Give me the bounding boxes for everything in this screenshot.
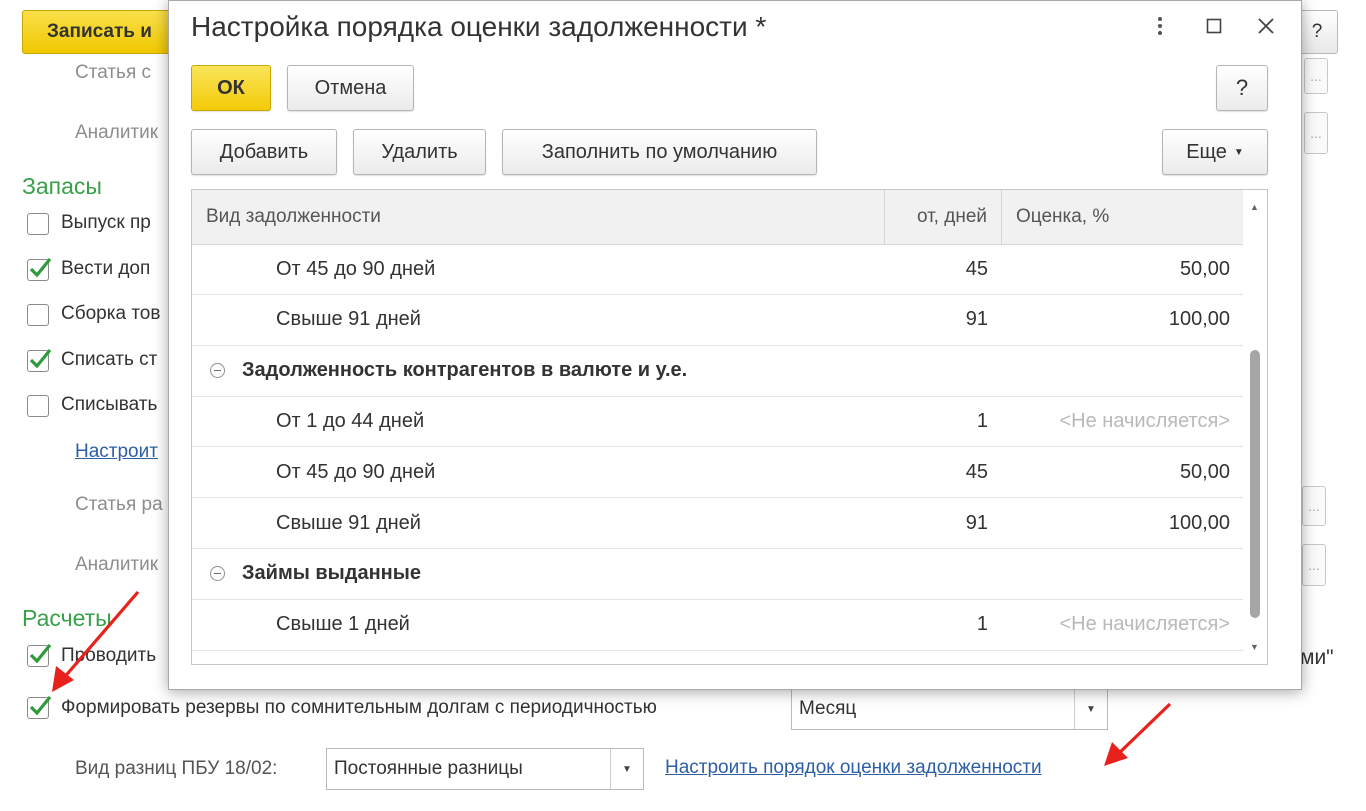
annotation-arrow-icon [52, 590, 140, 692]
caret-down-icon: ▼ [1233, 146, 1244, 158]
pbu-value: Постоянные разницы [334, 758, 523, 779]
column-header-estimate[interactable]: Оценка, % [1016, 190, 1236, 244]
stock-option-checkbox[interactable] [27, 304, 49, 326]
estimate-cell: <Не начисляется> [1059, 409, 1230, 432]
help-button[interactable]: ? [1216, 65, 1268, 111]
debt-type-cell: От 1 до 44 дней [276, 409, 425, 432]
estimate-cell: 100,00 [1168, 308, 1230, 331]
table-row[interactable]: Свыше 91 дней 91 100,00 [192, 295, 1244, 346]
stock-option-label: Списывать [61, 394, 158, 415]
checkmark-icon [29, 257, 52, 277]
pbu-label: Вид разниц ПБУ 18/02: [75, 758, 278, 779]
right-suffix-text: ми" [1300, 646, 1334, 669]
stock-option-checkbox[interactable] [27, 348, 52, 372]
debt-type-cell: От 45 до 90 дней [276, 257, 436, 280]
grid-header: Вид задолженности от, дней Оценка, % [192, 190, 1244, 245]
days-cell: 91 [965, 308, 988, 331]
debt-type-cell: Свыше 91 дней [276, 308, 421, 331]
fill-default-button[interactable]: Заполнить по умолчанию [502, 129, 817, 175]
days-cell: 1 [976, 409, 988, 432]
more-button[interactable]: Еще ▼ [1162, 129, 1268, 175]
estimate-cell: 100,00 [1168, 511, 1230, 534]
pbu-select[interactable]: Постоянные разницы ▼ [326, 748, 644, 790]
grid-scrollbar[interactable]: ▲ ▼ [1243, 190, 1267, 664]
select-button-stub[interactable]: ... [1304, 112, 1328, 154]
debt-type-cell: Свыше 1 дней [276, 613, 410, 636]
days-cell: 45 [965, 257, 988, 280]
group-title: Займы выданные [242, 562, 421, 585]
stock-option-label: Сборка тов [61, 303, 161, 324]
period-select[interactable]: Месяц ▼ [791, 688, 1108, 730]
open-icon[interactable]: ... [1304, 58, 1328, 94]
estimate-cell: <Не начисляется> [1059, 613, 1230, 636]
stock-option-label: Выпуск пр [61, 212, 151, 233]
days-cell: 45 [965, 460, 988, 483]
days-cell: 91 [965, 511, 988, 534]
save-button[interactable]: Записать и [22, 10, 182, 54]
table-row[interactable]: От 45 до 90 дней 45 50,00 [192, 244, 1244, 295]
more-label: Еще [1186, 140, 1227, 163]
chevron-down-icon[interactable]: ▼ [610, 749, 643, 789]
debt-type-cell: От 45 до 90 дней [276, 460, 436, 483]
expense-item-label-2: Статья ра [75, 494, 163, 515]
debt-grid[interactable]: Вид задолженности от, дней Оценка, % От … [191, 189, 1268, 665]
collapse-icon[interactable] [210, 362, 225, 378]
help-button-background[interactable]: ? [1296, 10, 1338, 54]
stock-option-checkbox[interactable] [27, 213, 49, 235]
period-value: Месяц [799, 698, 857, 719]
scroll-up-icon[interactable]: ▲ [1250, 202, 1259, 212]
open-icon-2[interactable]: ... [1302, 486, 1326, 526]
expense-item-label: Статья с [75, 62, 152, 83]
stock-option-label: Вести доп [61, 257, 151, 279]
cancel-button[interactable]: Отмена [287, 65, 414, 111]
estimate-cell: 50,00 [1179, 257, 1230, 280]
analytics-label-2: Аналитик [75, 554, 159, 575]
scrollbar-thumb[interactable] [1250, 350, 1260, 618]
estimate-cell: 50,00 [1179, 460, 1230, 483]
delete-button[interactable]: Удалить [353, 129, 486, 175]
debt-assessment-dialog: Настройка порядка оценки задолженности *… [168, 0, 1302, 690]
group-title: Задолженность контрагентов в валюте и у.… [242, 359, 688, 382]
table-row[interactable]: Свыше 91 дней 91 100,00 [192, 498, 1244, 549]
table-row[interactable]: От 1 до 44 дней 1 <Не начисляется> [192, 396, 1244, 448]
more-vertical-icon[interactable] [1143, 9, 1177, 43]
stock-option-checkbox[interactable] [27, 395, 49, 417]
ok-button[interactable]: ОК [191, 65, 271, 111]
stock-option-label: Списать ст [61, 348, 158, 370]
select-button-stub-2[interactable]: ... [1302, 544, 1326, 586]
section-stock: Запасы [22, 173, 102, 199]
scroll-down-icon[interactable]: ▼ [1250, 642, 1259, 652]
analytics-label: Аналитик [75, 122, 159, 143]
table-row[interactable]: От 45 до 90 дней 45 50,00 [192, 447, 1244, 499]
reserves-label: Формировать резервы по сомнительным долг… [61, 697, 657, 718]
column-header-type[interactable]: Вид задолженности [206, 190, 866, 244]
settings-link[interactable]: Настроит [75, 441, 158, 463]
group-row[interactable]: Займы выданные [192, 549, 1244, 600]
days-cell: 1 [976, 613, 988, 636]
debt-type-cell: Свыше 91 дней [276, 511, 421, 534]
table-row[interactable]: Свыше 1 дней 1 <Не начисляется> [192, 600, 1244, 651]
reserves-checkbox[interactable] [27, 695, 52, 719]
column-header-days[interactable]: от, дней [885, 190, 1001, 244]
dialog-title: Настройка порядка оценки задолженности * [191, 11, 767, 42]
close-icon[interactable] [1249, 9, 1283, 43]
annotation-arrow-icon [1104, 702, 1172, 766]
add-button[interactable]: Добавить [191, 129, 337, 175]
checkmark-icon [29, 348, 52, 368]
group-row[interactable]: Задолженность контрагентов в валюте и у.… [192, 346, 1244, 397]
stock-option-checkbox[interactable] [27, 257, 52, 281]
maximize-icon[interactable] [1197, 9, 1231, 43]
debt-assessment-link[interactable]: Настроить порядок оценки задолженности [665, 757, 1042, 779]
collapse-icon[interactable] [210, 565, 225, 581]
